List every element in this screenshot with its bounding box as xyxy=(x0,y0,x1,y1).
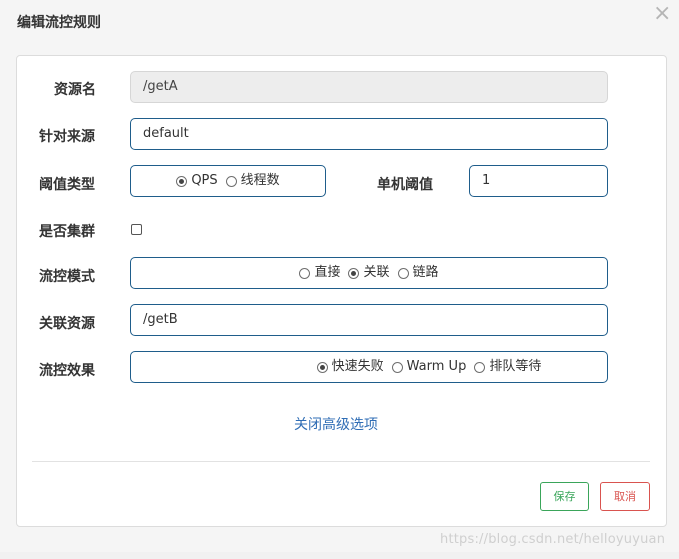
threshold-type-threads-option[interactable]: 线程数 xyxy=(225,166,280,196)
close-advanced-options-link[interactable]: 关闭高级选项 xyxy=(294,414,378,434)
option-label: 关联 xyxy=(363,265,390,280)
radio-unchecked-icon[interactable] xyxy=(474,361,486,373)
option-label: 直接 xyxy=(314,265,341,280)
strategy-group: 直接 关联 链路 xyxy=(130,257,608,289)
option-label: 排队等待 xyxy=(489,359,542,374)
cancel-button[interactable]: 取消 xyxy=(600,482,650,511)
radio-checked-icon[interactable] xyxy=(316,361,328,373)
cluster-label: 是否集群 xyxy=(39,224,95,240)
single-threshold-label: 单机阈值 xyxy=(377,177,433,193)
radio-unchecked-icon[interactable] xyxy=(397,267,409,279)
option-label: 链路 xyxy=(412,265,439,280)
radio-unchecked-icon[interactable] xyxy=(225,175,237,187)
threshold-type-qps-option[interactable]: QPS xyxy=(176,166,218,196)
limit-app-input[interactable]: default xyxy=(130,118,608,150)
behavior-fast-fail-option[interactable]: 快速失败 xyxy=(316,352,384,382)
strategy-label: 流控模式 xyxy=(39,269,95,285)
option-label: QPS xyxy=(191,173,218,188)
dialog-title: 编辑流控规则 xyxy=(17,15,101,31)
radio-checked-icon[interactable] xyxy=(348,267,360,279)
radio-checked-icon[interactable] xyxy=(176,175,188,187)
radio-unchecked-icon[interactable] xyxy=(391,361,403,373)
footer-divider xyxy=(32,461,650,462)
threshold-type-label: 阈值类型 xyxy=(39,177,95,193)
strategy-relate-option[interactable]: 关联 xyxy=(348,258,390,288)
resource-name-label: 资源名 xyxy=(54,82,96,98)
behavior-warm-up-option[interactable]: Warm Up xyxy=(391,352,467,382)
close-icon[interactable]: × xyxy=(653,3,671,25)
resource-name-field: /getA xyxy=(130,71,608,103)
ref-resource-input[interactable]: /getB xyxy=(130,304,608,336)
option-label: 快速失败 xyxy=(331,359,384,374)
option-label: 线程数 xyxy=(240,173,280,188)
ref-resource-label: 关联资源 xyxy=(39,316,95,332)
limit-app-label: 针对来源 xyxy=(39,129,95,145)
cluster-checkbox[interactable] xyxy=(131,224,142,235)
control-behavior-group: 快速失败 Warm Up 排队等待 xyxy=(130,351,608,383)
radio-unchecked-icon[interactable] xyxy=(299,267,311,279)
control-behavior-label: 流控效果 xyxy=(39,363,95,379)
watermark-text: https://blog.csdn.net/helloyuyuan xyxy=(440,532,666,547)
single-threshold-input[interactable]: 1 xyxy=(469,165,608,197)
strategy-chain-option[interactable]: 链路 xyxy=(397,258,439,288)
option-label: Warm Up xyxy=(406,359,467,374)
save-button[interactable]: 保存 xyxy=(540,482,589,511)
behavior-queue-option[interactable]: 排队等待 xyxy=(474,352,541,382)
threshold-type-group: QPS 线程数 xyxy=(130,165,326,197)
edit-flow-rule-dialog: 编辑流控规则 × 资源名 /getA 针对来源 default 阈值类型 QPS… xyxy=(0,0,679,552)
strategy-direct-option[interactable]: 直接 xyxy=(299,258,340,288)
